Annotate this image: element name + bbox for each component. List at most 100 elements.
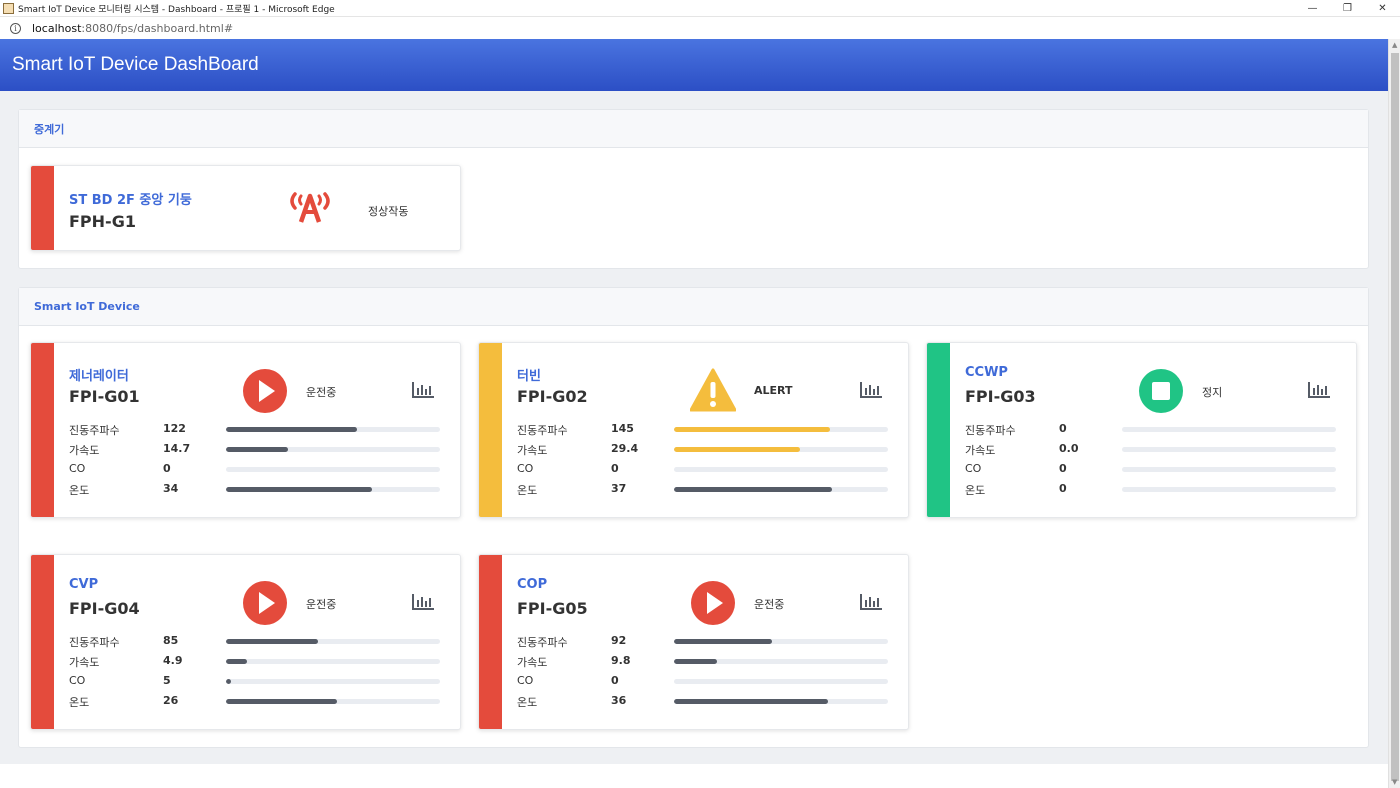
- metric-label: 진동주파수: [69, 636, 120, 649]
- minimize-button[interactable]: —: [1295, 0, 1330, 17]
- metric-row: 가속도 9.8: [517, 654, 889, 669]
- card-status-stripe: [31, 555, 54, 729]
- metric-progress-track: [226, 427, 440, 432]
- metric-progress-track: [674, 659, 888, 664]
- metric-progress-fill: [674, 639, 773, 644]
- metric-label: 진동주파수: [69, 424, 120, 437]
- vertical-scrollbar[interactable]: ▲ ▼: [1388, 39, 1400, 788]
- metric-label: 온도: [965, 484, 986, 497]
- page-footer-area: [0, 764, 1388, 788]
- metric-progress-fill: [674, 447, 801, 452]
- metric-progress-track: [226, 487, 440, 492]
- metric-value: 85: [163, 634, 179, 647]
- metric-label: 가속도: [965, 444, 996, 457]
- metric-progress-track: [674, 487, 888, 492]
- metric-row: 온도 34: [69, 482, 441, 497]
- card-status-stripe: [479, 555, 502, 729]
- card-id: FPH-G1: [69, 212, 136, 231]
- device-card[interactable]: COP FPI-G05 운전중 진동주파수 92 가속도 9.8 CO 0 온도 36: [478, 554, 909, 730]
- metric-progress-track: [1122, 427, 1336, 432]
- status-text: 운전중: [306, 598, 337, 611]
- metric-label: 진동주파수: [517, 424, 568, 437]
- device-card[interactable]: 터빈 FPI-G02 ALERT 진동주파수 145 가속도 29.4 CO 0 온도 37: [478, 342, 909, 518]
- relay-panel-header: 중계기: [19, 110, 1368, 148]
- devices-panel: Smart IoT Device 제너레이터 FPI-G01 운전중 진동주파수 122…: [18, 287, 1369, 748]
- metric-label: 온도: [517, 484, 538, 497]
- card-name: 터빈: [517, 369, 541, 384]
- metric-progress-track: [226, 467, 440, 472]
- card-status-stripe: [927, 343, 950, 517]
- metric-label: 진동주파수: [965, 424, 1016, 437]
- metric-progress-fill: [226, 679, 232, 684]
- metric-value: 26: [163, 694, 179, 707]
- metric-value: 4.9: [163, 654, 183, 667]
- metric-label: CO: [517, 462, 534, 475]
- card-id: FPI-G02: [517, 387, 588, 406]
- device-card[interactable]: 제너레이터 FPI-G01 운전중 진동주파수 122 가속도 14.7 CO 0 온도 34: [30, 342, 461, 518]
- metric-progress-track: [1122, 447, 1336, 452]
- bar-chart-icon[interactable]: [1307, 380, 1331, 400]
- metric-row: 진동주파수 122: [69, 422, 441, 437]
- status-text: 정지: [1202, 386, 1223, 399]
- page-title: Smart IoT Device DashBoard: [12, 54, 259, 75]
- metric-value: 29.4: [611, 442, 639, 455]
- play-icon: [243, 581, 287, 625]
- device-card[interactable]: CCWP FPI-G03 정지 진동주파수 0 가속도 0.0 CO 0 온도 0: [926, 342, 1357, 518]
- metric-value: 145: [611, 422, 634, 435]
- metric-progress-fill: [226, 639, 319, 644]
- bar-chart-icon[interactable]: [411, 592, 435, 612]
- metric-label: CO: [517, 674, 534, 687]
- info-icon[interactable]: i: [10, 22, 21, 34]
- metric-progress-fill: [226, 659, 248, 664]
- stop-icon: [1139, 369, 1183, 413]
- metric-label: 가속도: [517, 656, 548, 669]
- address-bar[interactable]: i localhost :8080/fps/dashboard.html#: [0, 17, 1400, 39]
- scrollbar-thumb[interactable]: [1391, 53, 1399, 781]
- scroll-down-icon[interactable]: ▼: [1392, 778, 1397, 786]
- metric-label: 가속도: [517, 444, 548, 457]
- card-status-stripe: [479, 343, 502, 517]
- metric-progress-track: [674, 679, 888, 684]
- metric-value: 34: [163, 482, 179, 495]
- relay-panel: 중계기 ST BD 2F 중앙 기둥 FPH-G1 정상작동: [18, 109, 1369, 269]
- metric-progress-track: [674, 699, 888, 704]
- metric-progress-fill: [674, 699, 829, 704]
- bar-chart-icon[interactable]: [411, 380, 435, 400]
- metric-value: 0.0: [1059, 442, 1079, 455]
- metric-row: CO 0: [517, 462, 889, 476]
- close-button[interactable]: ✕: [1365, 0, 1400, 17]
- metric-row: 진동주파수 0: [965, 422, 1337, 437]
- bar-chart-icon[interactable]: [859, 592, 883, 612]
- metric-progress-fill: [226, 447, 289, 452]
- scroll-up-icon[interactable]: ▲: [1392, 41, 1397, 49]
- metric-row: CO 0: [69, 462, 441, 476]
- status-text: 정상작동: [368, 205, 409, 218]
- play-icon: [691, 581, 735, 625]
- metric-progress-track: [226, 639, 440, 644]
- page-viewport: Smart IoT Device DashBoard 중계기 ST BD 2F …: [0, 39, 1388, 788]
- device-card[interactable]: CVP FPI-G04 운전중 진동주파수 85 가속도 4.9 CO 5 온도 26: [30, 554, 461, 730]
- metric-value: 9.8: [611, 654, 631, 667]
- window-titlebar: Smart IoT Device 모니터링 시스템 - Dashboard - …: [0, 0, 1400, 17]
- card-status-stripe: [31, 166, 54, 250]
- metric-row: 가속도 0.0: [965, 442, 1337, 457]
- card-status-stripe: [31, 343, 54, 517]
- card-id: FPI-G01: [69, 387, 140, 406]
- metric-value: 0: [1059, 422, 1067, 435]
- metric-row: CO 5: [69, 674, 441, 688]
- metric-value: 0: [611, 462, 619, 475]
- card-name: CCWP: [965, 365, 1008, 380]
- restore-button[interactable]: ❐: [1330, 0, 1365, 17]
- devices-panel-header: Smart IoT Device: [19, 288, 1368, 326]
- metric-progress-track: [1122, 467, 1336, 472]
- card-name: COP: [517, 577, 548, 592]
- metric-value: 36: [611, 694, 627, 707]
- metric-label: CO: [69, 462, 86, 475]
- metric-progress-fill: [674, 427, 831, 432]
- relay-card[interactable]: ST BD 2F 중앙 기둥 FPH-G1 정상작동: [30, 165, 461, 251]
- bar-chart-icon[interactable]: [859, 380, 883, 400]
- metric-row: 진동주파수 145: [517, 422, 889, 437]
- metric-progress-track: [1122, 487, 1336, 492]
- metric-progress-track: [674, 467, 888, 472]
- metric-row: 가속도 14.7: [69, 442, 441, 457]
